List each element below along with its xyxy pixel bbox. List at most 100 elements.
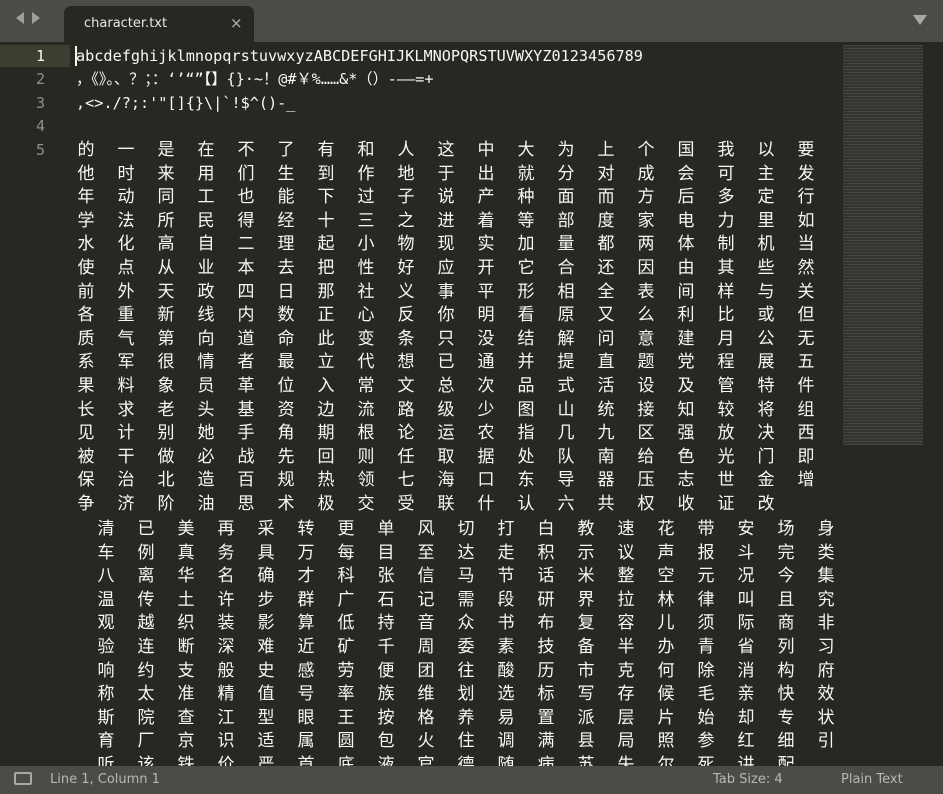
hanzi-glyph: 属 [297, 731, 315, 752]
hanzi-glyph: 特 [757, 375, 775, 396]
panel-icon[interactable] [14, 772, 32, 785]
hanzi-glyph: 采 [257, 519, 275, 539]
hanzi-glyph: 将 [757, 399, 775, 420]
hanzi-glyph: 照 [657, 731, 675, 752]
hanzi-glyph: 果 [77, 375, 95, 396]
hanzi-glyph: 利 [677, 305, 695, 326]
tab-size-selector[interactable]: Tab Size: 4 [713, 772, 783, 787]
hanzi-glyph: 争 [77, 493, 95, 514]
hanzi-glyph: 省 [737, 636, 755, 657]
hanzi-glyph: 样 [717, 281, 735, 302]
hanzi-glyph: 去 [277, 257, 295, 278]
hanzi-glyph: 军 [117, 352, 135, 373]
hanzi-glyph: 队 [557, 446, 575, 467]
hanzi-glyph: 引 [817, 731, 835, 752]
hanzi-glyph: 外 [117, 281, 135, 302]
hanzi-glyph: 民 [197, 210, 215, 231]
hanzi-glyph: 儿 [657, 613, 675, 634]
hanzi-glyph: 置 [537, 707, 555, 728]
line5-wrapped-text[interactable]: 清 已 美 再 采 转 更 单 风 切 打 白 教 速 花 带 安 场 身车 例 真 务 具 万 每 目 至 达 走 积 示 议 声 报 斗 完 类八 离… [86, 518, 846, 778]
hanzi-glyph: 前 [77, 281, 95, 302]
line5-text[interactable]: 的 一 是 在 不 了 有 和 人 这 中 大 为 上 个 国 我 以 要他 时 来 用 们 生 到 作 地 于 出 就 分 对 成 会 可 主 发年 动… [66, 139, 826, 517]
hanzi-glyph: 京 [177, 731, 195, 752]
hanzi-glyph: 走 [497, 542, 515, 563]
hanzi-glyph: 劳 [337, 660, 355, 681]
hanzi-glyph: 例 [137, 542, 155, 563]
hanzi-glyph: 发 [797, 163, 815, 184]
hanzi-glyph: 真 [177, 542, 195, 563]
close-icon[interactable]: × [230, 14, 243, 32]
code-line[interactable]: ，《》。、？；：‘’“”【】{}·~！@#￥%……&*（）-——=+ [76, 68, 434, 90]
hanzi-glyph: 切 [457, 519, 475, 539]
hanzi-glyph: 极 [317, 493, 335, 514]
hanzi-glyph: 别 [157, 423, 175, 444]
hanzi-glyph: 压 [637, 470, 655, 491]
hanzi-glyph: 阶 [157, 493, 175, 514]
hanzi-glyph: 认 [517, 493, 535, 514]
hanzi-glyph: 么 [637, 305, 655, 326]
hanzi-glyph: 必 [197, 446, 215, 467]
hanzi-glyph: 理 [277, 234, 295, 255]
hanzi-glyph: 达 [457, 542, 475, 563]
hanzi-glyph: 对 [597, 163, 615, 184]
syntax-selector[interactable]: Plain Text [841, 772, 903, 787]
tab-menu-icon[interactable] [913, 15, 927, 25]
hanzi-glyph: 位 [277, 375, 295, 396]
cursor-position[interactable]: Line 1, Column 1 [50, 772, 160, 787]
hanzi-glyph: 式 [557, 375, 575, 396]
hanzi-glyph: 月 [717, 328, 735, 349]
hanzi-glyph: 务 [217, 542, 235, 563]
hanzi-glyph: 联 [437, 493, 455, 514]
hanzi-glyph: 主 [757, 163, 775, 184]
file-tab[interactable]: character.txt × [64, 6, 254, 42]
hanzi-glyph: 几 [557, 423, 575, 444]
hanzi-glyph: 质 [77, 328, 95, 349]
hanzi-glyph: 委 [457, 636, 475, 657]
hanzi-glyph: 克 [617, 660, 635, 681]
hanzi-glyph: 时 [117, 163, 135, 184]
code-line[interactable]: abcdefghijklmnopqrstuvwxyzABCDEFGHIJKLMN… [76, 45, 643, 67]
hanzi-glyph: 水 [77, 234, 95, 255]
hanzi-glyph: 但 [797, 305, 815, 326]
hanzi-glyph: 温 [97, 589, 115, 610]
hanzi-glyph: 需 [457, 589, 475, 610]
hanzi-glyph: 族 [377, 684, 395, 705]
hanzi-glyph: 使 [77, 257, 95, 278]
hanzi-glyph: 商 [777, 613, 795, 634]
hanzi-glyph: 公 [757, 328, 775, 349]
hanzi-glyph: 格 [417, 707, 435, 728]
hanzi-glyph: 由 [677, 257, 695, 278]
hanzi-glyph: 收 [677, 493, 695, 514]
hanzi-glyph: 所 [157, 210, 175, 231]
hanzi-glyph: 习 [817, 636, 835, 657]
hanzi-glyph: 六 [557, 493, 575, 514]
hanzi-glyph: 它 [517, 257, 535, 278]
hanzi-glyph: 知 [677, 399, 695, 420]
hanzi-glyph: 管 [717, 375, 735, 396]
hanzi-glyph: 题 [637, 352, 655, 373]
hanzi-glyph: 保 [77, 470, 95, 491]
hanzi-glyph: 组 [797, 399, 815, 420]
hanzi-glyph: 人 [397, 140, 415, 160]
hanzi-glyph: 平 [477, 281, 495, 302]
hanzi-glyph: 八 [97, 566, 115, 587]
hanzi-glyph: 自 [197, 234, 215, 255]
hanzi-glyph: 和 [357, 140, 375, 160]
hanzi-glyph: 术 [277, 493, 295, 514]
hanzi-glyph: 加 [517, 234, 535, 255]
hanzi-glyph: 革 [237, 375, 255, 396]
hanzi-glyph: 义 [397, 281, 415, 302]
hanzi-glyph: 解 [557, 328, 575, 349]
hanzi-glyph: 声 [657, 542, 675, 563]
arrow-left-icon[interactable] [16, 12, 24, 24]
hanzi-glyph: 家 [637, 210, 655, 231]
code-line[interactable]: ,<>./?;:'"[]{}\|`!$^()-_ [76, 92, 295, 114]
hanzi-glyph: 重 [117, 305, 135, 326]
hanzi-glyph: 张 [377, 566, 395, 587]
hanzi-glyph: 的 [77, 140, 95, 160]
hanzi-glyph: 太 [137, 684, 155, 705]
arrow-right-icon[interactable] [32, 12, 40, 24]
minimap-viewport[interactable] [843, 45, 923, 445]
hanzi-glyph: 还 [597, 257, 615, 278]
hanzi-glyph: 三 [357, 210, 375, 231]
